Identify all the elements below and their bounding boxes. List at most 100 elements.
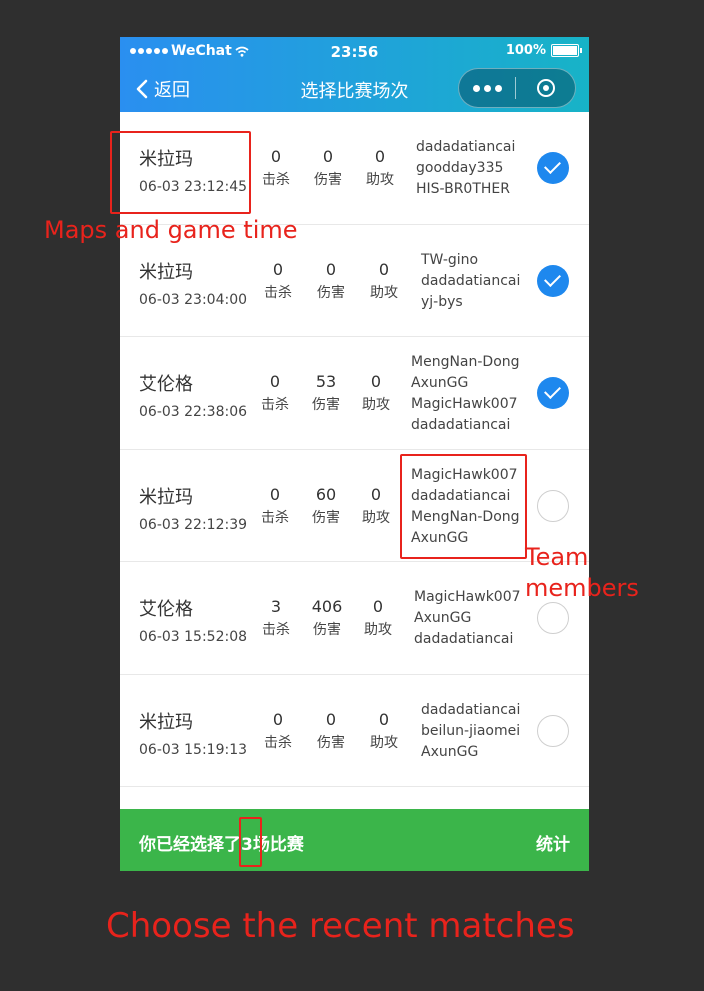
match-map: 米拉玛 — [139, 486, 193, 508]
member-name: dadadatiancai — [421, 701, 521, 718]
kills-value: 0 — [272, 259, 284, 279]
damage-value: 0 — [322, 147, 334, 166]
kills-value: 0 — [269, 484, 281, 504]
assists-value: 0 — [378, 709, 390, 729]
close-circle-icon — [536, 79, 555, 97]
damage-label: 伤害 — [313, 622, 341, 638]
damage-label: 伤害 — [312, 397, 340, 413]
selection-prefix: 你已经选择了 — [139, 835, 241, 855]
top-bar: WeChat 23:56 100% 返回 选择比赛场次 — [120, 37, 589, 112]
assists-value: 0 — [372, 597, 384, 616]
damage-value: 0 — [325, 259, 337, 279]
team-members: MagicHawk007 AxunGG dadadatiancai — [414, 587, 521, 650]
damage-value: 53 — [315, 372, 337, 391]
caption-annotation: Choose the recent matches — [106, 906, 575, 946]
kills-label: 击杀 — [261, 397, 289, 413]
assists-value: 0 — [378, 259, 390, 279]
member-name: HIS-BR0THER — [416, 181, 510, 197]
kills-label: 击杀 — [262, 622, 290, 638]
assists-label: 助攻 — [370, 734, 398, 751]
match-time: 06-03 15:52:08 — [139, 629, 248, 645]
team-members-annotation: Team members — [525, 542, 639, 604]
damage-stat: 53 伤害 — [304, 372, 348, 414]
battery-percent: 100% — [505, 43, 546, 58]
match-time: 06-03 23:04:00 — [139, 291, 248, 308]
match-time: 06-03 22:12:39 — [139, 516, 248, 533]
close-mini-program-button[interactable] — [516, 79, 575, 97]
match-checkbox[interactable] — [537, 377, 569, 409]
member-name: goodday335 — [416, 160, 504, 176]
damage-label: 伤害 — [317, 284, 345, 301]
match-map: 米拉玛 — [139, 711, 193, 733]
member-name: MagicHawk007 — [414, 589, 521, 605]
battery-status: 100% — [505, 43, 582, 58]
kills-value: 0 — [269, 372, 281, 391]
kills-stat: 0 击杀 — [256, 710, 300, 752]
selection-summary: 你已经选择了3场比赛 — [139, 830, 304, 855]
match-time: 06-03 22:38:06 — [139, 404, 248, 420]
battery-icon — [551, 44, 582, 57]
assists-stat: 0 助攻 — [354, 485, 398, 527]
assists-label: 助攻 — [370, 284, 398, 301]
match-checkbox[interactable] — [537, 602, 569, 634]
match-row[interactable]: 米拉玛 06-03 15:19:13 0 击杀 0 伤害 0 助攻 dadadatia… — [120, 675, 589, 787]
assists-stat: 0 助攻 — [356, 597, 400, 639]
member-name: dadadatiancai — [421, 272, 521, 289]
kills-label: 击杀 — [264, 734, 292, 751]
match-row[interactable]: 艾伦格 06-03 22:38:06 0 击杀 53 伤害 0 助攻 MengNan-… — [120, 337, 589, 450]
selection-bar: 你已经选择了3场比赛 统计 — [120, 809, 589, 871]
selection-count-highlight-box — [239, 817, 262, 867]
kills-value: 3 — [270, 597, 282, 616]
team-members-annotation-line2: members — [525, 574, 639, 602]
match-checkbox[interactable] — [537, 152, 569, 184]
assists-label: 助攻 — [362, 509, 390, 526]
damage-label: 伤害 — [314, 172, 342, 188]
assists-label: 助攻 — [366, 172, 394, 188]
member-name: AxunGG — [421, 743, 479, 760]
member-name: dadadatiancai — [414, 631, 514, 647]
damage-stat: 0 伤害 — [309, 260, 353, 302]
team-members: dadadatiancai beilun-jiaomei AxunGG — [421, 700, 520, 763]
kills-stat: 0 击杀 — [253, 485, 297, 527]
more-dot-icon — [472, 84, 480, 92]
more-button[interactable] — [459, 84, 515, 92]
kills-value: 0 — [270, 147, 282, 166]
navigation-bar: 返回 选择比赛场次 — [120, 67, 589, 109]
kills-label: 击杀 — [264, 284, 292, 301]
assists-stat: 0 助攻 — [362, 710, 406, 752]
member-name: AxunGG — [414, 610, 472, 626]
match-checkbox[interactable] — [537, 489, 569, 522]
assists-label: 助攻 — [362, 397, 390, 413]
damage-value: 0 — [325, 709, 337, 729]
damage-label: 伤害 — [312, 509, 340, 526]
match-map: 艾伦格 — [139, 599, 193, 620]
match-checkbox[interactable] — [537, 264, 569, 297]
kills-stat: 0 击杀 — [253, 372, 297, 414]
mini-program-capsule — [458, 68, 576, 108]
assists-stat: 0 助攻 — [358, 147, 402, 189]
team-members: dadadatiancai goodday335 HIS-BR0THER — [416, 137, 515, 200]
member-name: dadadatiancai — [411, 417, 511, 433]
member-name: TW-gino — [421, 251, 479, 268]
match-checkbox[interactable] — [537, 714, 569, 747]
more-dot-icon — [494, 84, 502, 92]
maps-time-highlight-box — [110, 131, 251, 214]
member-name: AxunGG — [411, 375, 469, 391]
match-row[interactable]: 艾伦格 06-03 15:52:08 3 击杀 406 伤害 0 助攻 MagicHa… — [120, 562, 589, 675]
kills-stat: 0 击杀 — [254, 147, 298, 189]
assists-value: 0 — [374, 147, 386, 166]
kills-stat: 0 击杀 — [256, 260, 300, 302]
match-time: 06-03 15:19:13 — [139, 741, 248, 758]
match-map: 米拉玛 — [139, 261, 193, 283]
kills-value: 0 — [272, 709, 284, 729]
more-dot-icon — [483, 84, 491, 92]
match-map: 艾伦格 — [139, 374, 193, 395]
damage-value: 60 — [315, 484, 337, 504]
member-name: yj-bys — [421, 293, 463, 310]
member-name: MagicHawk007 — [411, 396, 518, 412]
statistics-button[interactable]: 统计 — [536, 830, 570, 855]
damage-stat: 0 伤害 — [306, 147, 350, 189]
damage-stat: 0 伤害 — [309, 710, 353, 752]
assists-stat: 0 助攻 — [362, 260, 406, 302]
assists-stat: 0 助攻 — [354, 372, 398, 414]
